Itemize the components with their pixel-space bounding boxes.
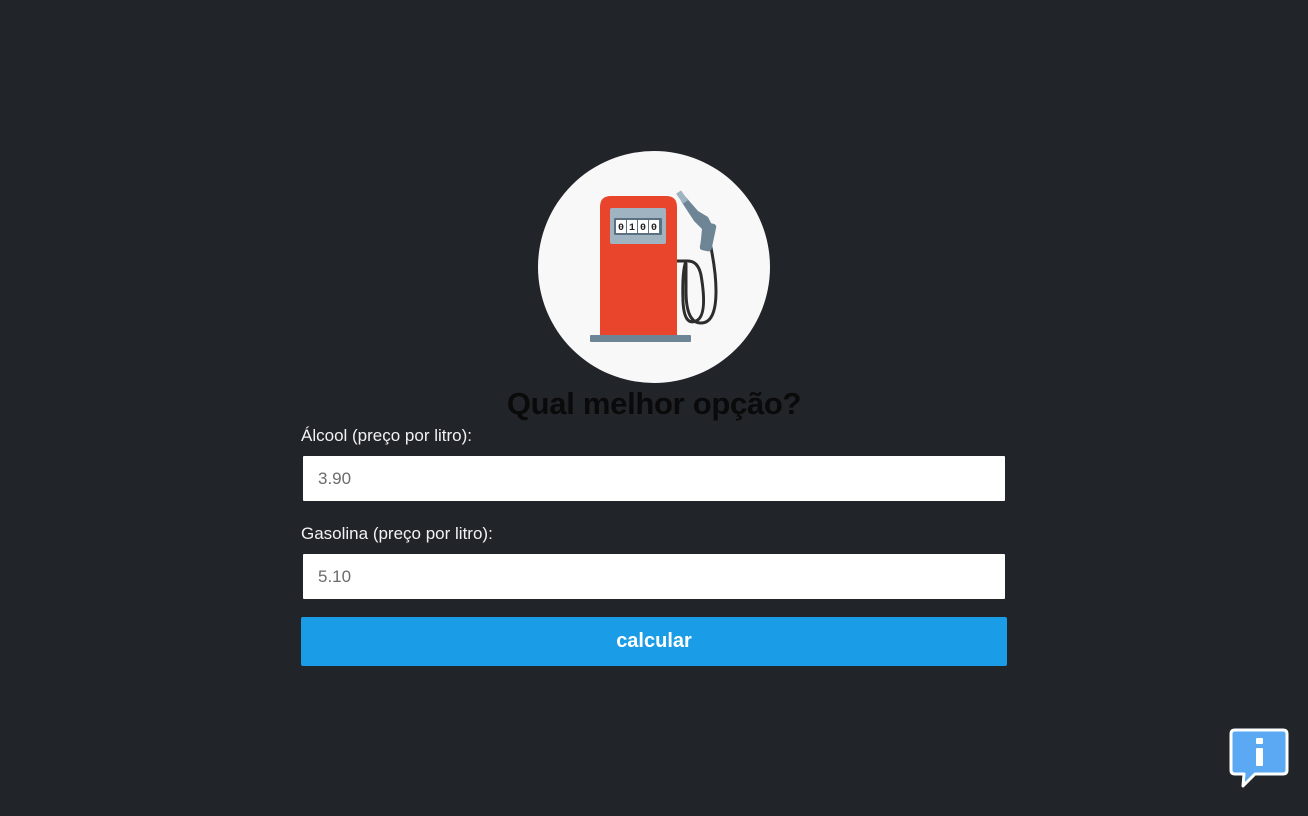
page-title: Qual melhor opção?	[506, 386, 802, 421]
alcool-price-input[interactable]	[303, 456, 1005, 501]
counter-digit: 0	[651, 223, 657, 234]
gas-pump-icon: 0 1 0 0	[590, 190, 718, 342]
info-speech-bubble-icon	[1229, 728, 1289, 788]
calcular-button[interactable]: calcular	[301, 617, 1007, 666]
gasolina-price-input[interactable]	[303, 554, 1005, 599]
gas-pump-logo: 0 1 0 0	[538, 151, 770, 383]
counter-digit: 1	[629, 223, 635, 234]
counter-digit: 0	[618, 223, 624, 234]
alcool-label: Álcool (preço por litro):	[301, 426, 473, 445]
info-button[interactable]	[1229, 728, 1289, 790]
counter-digit: 0	[640, 223, 646, 234]
gasolina-label: Gasolina (preço por litro):	[301, 524, 493, 543]
